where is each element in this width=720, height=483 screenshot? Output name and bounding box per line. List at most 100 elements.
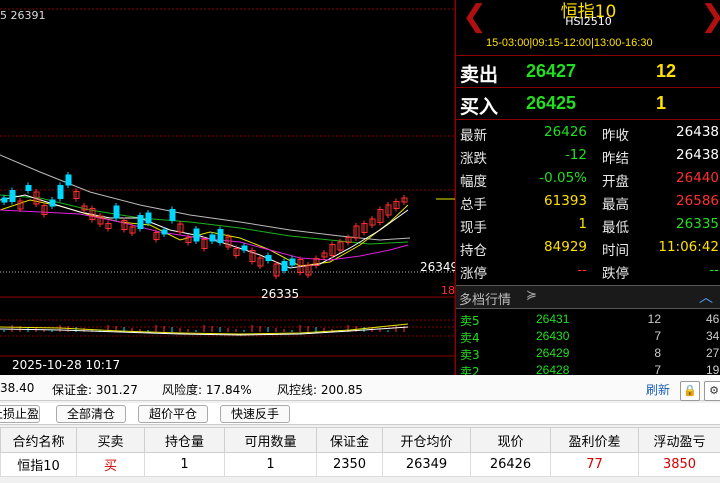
candle-body xyxy=(49,199,56,207)
candle-body xyxy=(9,190,16,202)
depth-volume: 7 xyxy=(654,363,661,375)
quote-grid: 最新 26426 昨收 26438 涨跌 -12 昨结 26438 幅度 -0.… xyxy=(456,121,720,282)
quote-row: 幅度 -0.05% 开盘 26440 xyxy=(456,167,720,190)
candle-body xyxy=(65,174,72,186)
candles xyxy=(1,172,408,332)
table-row[interactable]: 恒指10 买 1 1 2350 26349 26426 77 3850 xyxy=(0,452,720,477)
col-header[interactable]: 开仓均价 xyxy=(382,427,471,453)
cell-margin: 2350 xyxy=(316,452,383,477)
quote-label: 涨跌 xyxy=(460,151,487,167)
quote-panel: ❮ ❯ 恒指10 HSI2510 15-03:00|09:15-12:00|13… xyxy=(455,0,720,375)
depth-row[interactable]: 卖3 26429 8 27 xyxy=(456,345,720,362)
cell-floating-pnl: 3850 xyxy=(638,452,720,477)
quote-value: 61393 xyxy=(544,193,587,209)
quote-label: 时间 xyxy=(602,243,629,259)
depth-volume-2: 46 xyxy=(706,312,720,326)
trading-session: 15-03:00|09:15-12:00|13:00-16:30 xyxy=(486,37,653,49)
candle-body xyxy=(281,261,288,271)
sell-row[interactable]: 卖出 26427 12 xyxy=(456,56,720,88)
col-header[interactable]: 买卖 xyxy=(76,427,145,453)
col-header[interactable]: 可用数量 xyxy=(224,427,317,453)
positions-table: 合约名称 买卖 持仓量 可用数量 保证金 开仓均价 现价 盈利价差 浮动盈亏 恒… xyxy=(0,427,720,477)
quote-row: 持仓 84929 时间 11:06:42 xyxy=(456,236,720,259)
col-header[interactable]: 浮动盈亏 xyxy=(638,427,720,453)
col-header[interactable]: 保证金 xyxy=(316,427,383,453)
depth-volume-2: 34 xyxy=(706,329,720,343)
depth-volume: 7 xyxy=(654,329,661,343)
sell-volume: 12 xyxy=(656,61,677,81)
lock-icon[interactable]: 🔒 xyxy=(680,381,700,401)
depth-label: 卖4 xyxy=(460,331,480,345)
chart-top-label: 5 26391 xyxy=(0,9,46,22)
candle-body xyxy=(145,212,152,224)
sell-price: 26427 xyxy=(526,61,577,81)
quote-label: 涨停 xyxy=(460,266,487,282)
quote-value: 26438 xyxy=(676,124,719,140)
depth-volume-2: 19 xyxy=(706,363,720,375)
axis-right-label: 18 xyxy=(441,284,455,297)
quote-value: 11:06:42 xyxy=(658,239,719,255)
quote-label: 最高 xyxy=(602,197,629,213)
quote-row: 现手 1 最低 26335 xyxy=(456,213,720,236)
candle-body xyxy=(137,215,144,229)
quote-value: 84929 xyxy=(544,239,587,255)
depth-header[interactable]: 多档行情 ≽ ︿ xyxy=(456,285,720,309)
depth-label: 卖2 xyxy=(460,365,480,375)
double-chevron-down-icon[interactable]: ≽ xyxy=(526,288,537,303)
quote-label: 跌停 xyxy=(602,266,629,282)
stop-loss-button[interactable]: 止损止盈 xyxy=(0,405,40,423)
depth-label: 卖3 xyxy=(460,348,480,362)
col-header[interactable]: 盈利价差 xyxy=(550,427,639,453)
quote-header: ❮ ❯ 恒指10 HSI2510 15-03:00|09:15-12:00|13… xyxy=(456,0,720,56)
quote-row: 最新 26426 昨收 26438 xyxy=(456,121,720,144)
ma-line-yellow xyxy=(0,199,409,267)
quote-value: 26335 xyxy=(676,216,719,232)
quote-label: 开盘 xyxy=(602,174,629,190)
positions-panel: 38.40 保证金: 301.27 风险度: 17.84% 风控线: 200.8… xyxy=(0,375,720,483)
table-header-row: 合约名称 买卖 持仓量 可用数量 保证金 开仓均价 现价 盈利价差 浮动盈亏 xyxy=(0,427,720,453)
candle-body xyxy=(25,185,32,191)
quote-label: 昨收 xyxy=(602,128,629,144)
depth-price: 26429 xyxy=(536,346,570,360)
candle-body xyxy=(161,229,168,235)
settings-icon[interactable]: ⚙ xyxy=(704,381,720,401)
account-balance: 38.40 xyxy=(0,381,35,395)
depth-price: 26430 xyxy=(536,329,570,343)
kline-chart[interactable]: 5 26391 26349 26335 18 2025-10-28 10:17 xyxy=(0,0,455,375)
candle-body xyxy=(57,185,64,199)
buy-label: 买入 xyxy=(460,96,499,118)
quick-reverse-button[interactable]: 快速反手 xyxy=(220,405,290,423)
buy-row[interactable]: 买入 26425 1 xyxy=(456,88,720,120)
depth-row[interactable]: 卖5 26431 12 46 xyxy=(456,311,720,328)
quote-row: 涨停 -- 跌停 -- xyxy=(456,259,720,282)
col-header[interactable]: 持仓量 xyxy=(144,427,225,453)
quote-value: -- xyxy=(709,262,719,278)
cell-contract: 恒指10 xyxy=(0,452,77,477)
candle-body xyxy=(241,245,248,251)
depth-label: 卖5 xyxy=(460,314,480,328)
refresh-link[interactable]: 刷新 xyxy=(646,381,670,398)
quote-value: 26426 xyxy=(544,124,587,140)
col-header[interactable]: 现价 xyxy=(470,427,551,453)
quote-label: 幅度 xyxy=(460,174,487,190)
candle-body xyxy=(265,255,272,261)
over-price-close-button[interactable]: 超价平仓 xyxy=(138,405,208,423)
cell-position: 1 xyxy=(144,452,225,477)
quote-value: -12 xyxy=(564,147,587,163)
cell-available: 1 xyxy=(224,452,317,477)
candle-body xyxy=(1,197,8,203)
depth-volume: 12 xyxy=(647,312,661,326)
depth-row[interactable]: 卖4 26430 7 34 xyxy=(456,328,720,345)
quote-label: 最新 xyxy=(460,128,487,144)
candle-body xyxy=(169,209,176,221)
chevron-up-icon[interactable]: ︿ xyxy=(699,287,713,307)
quote-row: 涨跌 -12 昨结 26438 xyxy=(456,144,720,167)
depth-row[interactable]: 卖2 26428 7 19 xyxy=(456,362,720,375)
col-header[interactable]: 合约名称 xyxy=(0,427,77,453)
quote-value: 26440 xyxy=(676,170,719,186)
account-risk: 风险度: 17.84% xyxy=(162,383,252,397)
close-all-button[interactable]: 全部清仓 xyxy=(56,405,126,423)
depth-price: 26431 xyxy=(536,312,570,326)
action-bar: 止损止盈 全部清仓 超价平仓 快速反手 xyxy=(0,403,720,425)
candle-body xyxy=(217,229,224,243)
